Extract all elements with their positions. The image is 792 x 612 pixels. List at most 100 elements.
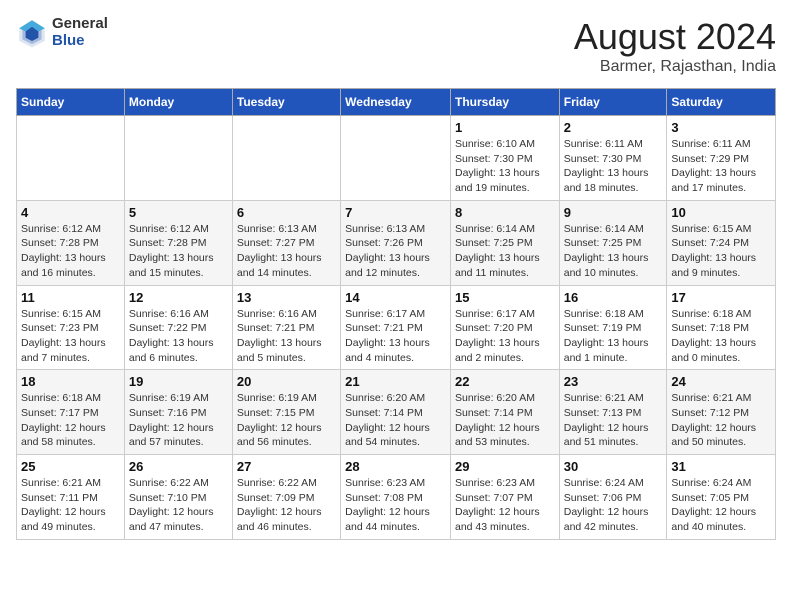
day-info: Sunrise: 6:15 AMSunset: 7:23 PMDaylight:… — [21, 307, 120, 366]
day-number: 17 — [671, 290, 771, 305]
day-info: Sunrise: 6:14 AMSunset: 7:25 PMDaylight:… — [455, 222, 555, 281]
logo-icon — [16, 17, 48, 49]
day-info: Sunrise: 6:10 AMSunset: 7:30 PMDaylight:… — [455, 137, 555, 196]
day-number: 8 — [455, 205, 555, 220]
day-number: 14 — [345, 290, 446, 305]
day-cell: 4Sunrise: 6:12 AMSunset: 7:28 PMDaylight… — [17, 200, 125, 285]
logo-blue: Blue — [52, 33, 108, 50]
day-cell — [341, 116, 451, 201]
day-number: 5 — [129, 205, 228, 220]
title-block: August 2024 Barmer, Rajasthan, India — [574, 16, 776, 76]
day-number: 27 — [237, 459, 336, 474]
col-header-friday: Friday — [559, 89, 667, 116]
location-title: Barmer, Rajasthan, India — [574, 58, 776, 76]
day-cell: 11 Sunrise: 6:15 AMSunset: 7:23 PMDayligh… — [17, 285, 125, 370]
day-number: 16 — [564, 290, 663, 305]
day-cell: 21 Sunrise: 6:20 AMSunset: 7:14 PMDayligh… — [341, 370, 451, 455]
day-cell: 23 Sunrise: 6:21 AMSunset: 7:13 PMDayligh… — [559, 370, 667, 455]
week-row-3: 11 Sunrise: 6:15 AMSunset: 7:23 PMDayligh… — [17, 285, 776, 370]
day-info: Sunrise: 6:18 AMSunset: 7:18 PMDaylight:… — [671, 307, 771, 366]
day-number: 23 — [564, 374, 663, 389]
week-row-1: 1 Sunrise: 6:10 AMSunset: 7:30 PMDaylight… — [17, 116, 776, 201]
day-info: Sunrise: 6:11 AMSunset: 7:29 PMDaylight:… — [671, 137, 771, 196]
day-cell: 6 Sunrise: 6:13 AMSunset: 7:27 PMDaylight… — [232, 200, 340, 285]
day-cell: 17 Sunrise: 6:18 AMSunset: 7:18 PMDayligh… — [667, 285, 776, 370]
day-number: 31 — [671, 459, 771, 474]
day-info: Sunrise: 6:14 AMSunset: 7:25 PMDaylight:… — [564, 222, 663, 281]
day-number: 18 — [21, 374, 120, 389]
day-cell: 1 Sunrise: 6:10 AMSunset: 7:30 PMDaylight… — [450, 116, 559, 201]
col-header-monday: Monday — [124, 89, 232, 116]
day-cell: 2 Sunrise: 6:11 AMSunset: 7:30 PMDaylight… — [559, 116, 667, 201]
day-cell: 19Sunrise: 6:19 AMSunset: 7:16 PMDayligh… — [124, 370, 232, 455]
day-info: Sunrise: 6:21 AMSunset: 7:11 PMDaylight:… — [21, 476, 120, 535]
col-header-tuesday: Tuesday — [232, 89, 340, 116]
day-cell: 15 Sunrise: 6:17 AMSunset: 7:20 PMDayligh… — [450, 285, 559, 370]
calendar-body: 1 Sunrise: 6:10 AMSunset: 7:30 PMDaylight… — [17, 116, 776, 540]
day-cell: 13Sunrise: 6:16 AMSunset: 7:21 PMDayligh… — [232, 285, 340, 370]
week-row-4: 18 Sunrise: 6:18 AMSunset: 7:17 PMDayligh… — [17, 370, 776, 455]
day-cell — [17, 116, 125, 201]
day-number: 4 — [21, 205, 120, 220]
day-info: Sunrise: 6:23 AMSunset: 7:07 PMDaylight:… — [455, 476, 555, 535]
day-cell: 28 Sunrise: 6:23 AMSunset: 7:08 PMDayligh… — [341, 455, 451, 540]
day-number: 24 — [671, 374, 771, 389]
week-row-2: 4Sunrise: 6:12 AMSunset: 7:28 PMDaylight… — [17, 200, 776, 285]
day-info: Sunrise: 6:13 AMSunset: 7:26 PMDaylight:… — [345, 222, 446, 281]
day-cell: 31 Sunrise: 6:24 AMSunset: 7:05 PMDayligh… — [667, 455, 776, 540]
day-number: 11 — [21, 290, 120, 305]
day-info: Sunrise: 6:11 AMSunset: 7:30 PMDaylight:… — [564, 137, 663, 196]
day-cell: 22 Sunrise: 6:20 AMSunset: 7:14 PMDayligh… — [450, 370, 559, 455]
day-cell: 25 Sunrise: 6:21 AMSunset: 7:11 PMDayligh… — [17, 455, 125, 540]
day-info: Sunrise: 6:17 AMSunset: 7:20 PMDaylight:… — [455, 307, 555, 366]
day-info: Sunrise: 6:20 AMSunset: 7:14 PMDaylight:… — [345, 391, 446, 450]
day-number: 1 — [455, 120, 555, 135]
day-info: Sunrise: 6:21 AMSunset: 7:13 PMDaylight:… — [564, 391, 663, 450]
day-cell: 9Sunrise: 6:14 AMSunset: 7:25 PMDaylight… — [559, 200, 667, 285]
day-cell — [232, 116, 340, 201]
day-of-week-header: SundayMondayTuesdayWednesdayThursdayFrid… — [17, 89, 776, 116]
day-cell: 29 Sunrise: 6:23 AMSunset: 7:07 PMDayligh… — [450, 455, 559, 540]
day-info: Sunrise: 6:19 AMSunset: 7:15 PMDaylight:… — [237, 391, 336, 450]
week-row-5: 25 Sunrise: 6:21 AMSunset: 7:11 PMDayligh… — [17, 455, 776, 540]
day-number: 15 — [455, 290, 555, 305]
day-cell: 14Sunrise: 6:17 AMSunset: 7:21 PMDayligh… — [341, 285, 451, 370]
day-cell: 30 Sunrise: 6:24 AMSunset: 7:06 PMDayligh… — [559, 455, 667, 540]
calendar-table: SundayMondayTuesdayWednesdayThursdayFrid… — [16, 88, 776, 540]
day-cell: 12 Sunrise: 6:16 AMSunset: 7:22 PMDayligh… — [124, 285, 232, 370]
day-info: Sunrise: 6:13 AMSunset: 7:27 PMDaylight:… — [237, 222, 336, 281]
day-cell: 27 Sunrise: 6:22 AMSunset: 7:09 PMDayligh… — [232, 455, 340, 540]
day-cell: 16Sunrise: 6:18 AMSunset: 7:19 PMDayligh… — [559, 285, 667, 370]
day-cell: 24Sunrise: 6:21 AMSunset: 7:12 PMDayligh… — [667, 370, 776, 455]
col-header-thursday: Thursday — [450, 89, 559, 116]
day-info: Sunrise: 6:16 AMSunset: 7:21 PMDaylight:… — [237, 307, 336, 366]
day-number: 6 — [237, 205, 336, 220]
day-info: Sunrise: 6:23 AMSunset: 7:08 PMDaylight:… — [345, 476, 446, 535]
logo-general: General — [52, 16, 108, 33]
day-number: 26 — [129, 459, 228, 474]
day-number: 12 — [129, 290, 228, 305]
day-cell: 3Sunrise: 6:11 AMSunset: 7:29 PMDaylight… — [667, 116, 776, 201]
day-number: 30 — [564, 459, 663, 474]
day-info: Sunrise: 6:22 AMSunset: 7:09 PMDaylight:… — [237, 476, 336, 535]
col-header-wednesday: Wednesday — [341, 89, 451, 116]
col-header-saturday: Saturday — [667, 89, 776, 116]
day-number: 25 — [21, 459, 120, 474]
day-cell — [124, 116, 232, 201]
logo-text: General Blue — [52, 16, 108, 49]
day-number: 28 — [345, 459, 446, 474]
day-number: 7 — [345, 205, 446, 220]
day-info: Sunrise: 6:18 AMSunset: 7:17 PMDaylight:… — [21, 391, 120, 450]
day-info: Sunrise: 6:16 AMSunset: 7:22 PMDaylight:… — [129, 307, 228, 366]
day-number: 21 — [345, 374, 446, 389]
day-cell: 5Sunrise: 6:12 AMSunset: 7:28 PMDaylight… — [124, 200, 232, 285]
day-info: Sunrise: 6:24 AMSunset: 7:05 PMDaylight:… — [671, 476, 771, 535]
day-number: 2 — [564, 120, 663, 135]
day-number: 22 — [455, 374, 555, 389]
day-cell: 8 Sunrise: 6:14 AMSunset: 7:25 PMDaylight… — [450, 200, 559, 285]
day-info: Sunrise: 6:24 AMSunset: 7:06 PMDaylight:… — [564, 476, 663, 535]
day-cell: 20Sunrise: 6:19 AMSunset: 7:15 PMDayligh… — [232, 370, 340, 455]
day-info: Sunrise: 6:20 AMSunset: 7:14 PMDaylight:… — [455, 391, 555, 450]
day-number: 29 — [455, 459, 555, 474]
logo: General Blue — [16, 16, 108, 49]
